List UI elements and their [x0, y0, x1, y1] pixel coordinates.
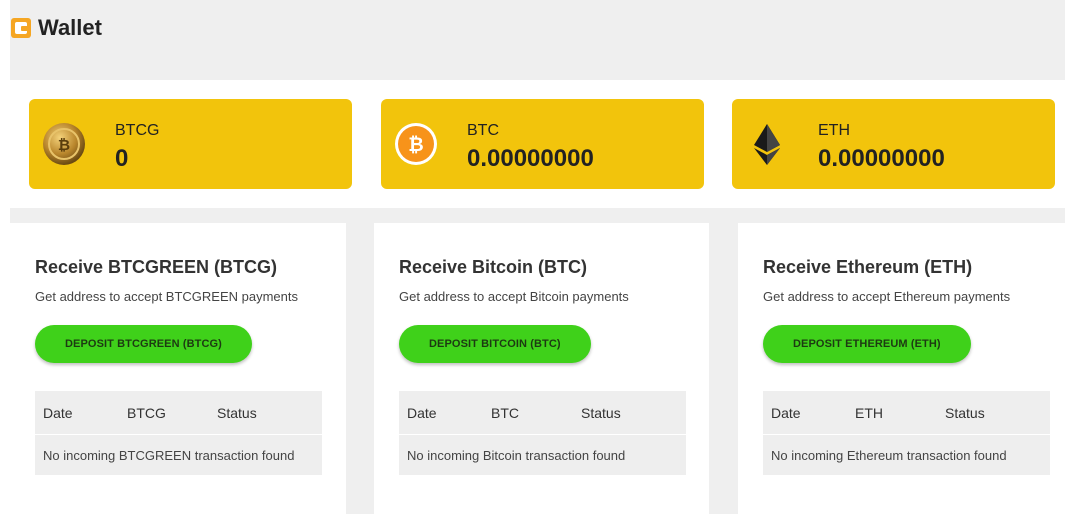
empty-message: No incoming Ethereum transaction found	[763, 434, 1050, 475]
balance-amount: 0.00000000	[467, 145, 594, 172]
receive-panel-eth: Receive Ethereum (ETH) Get address to ac…	[738, 223, 1065, 514]
table-header-row: Date BTCG Status	[35, 391, 322, 435]
panel-title: Receive Ethereum (ETH)	[763, 257, 973, 277]
balance-card-btc: ₿ BTC 0.00000000	[381, 99, 704, 189]
panel-title: Receive Bitcoin (BTC)	[399, 257, 588, 277]
empty-message: No incoming BTCGREEN transaction found	[35, 434, 322, 475]
column-date: Date	[399, 391, 483, 435]
deposit-eth-button[interactable]: DEPOSIT ETHEREUM (ETH)	[763, 325, 971, 363]
left-edge	[0, 0, 10, 514]
panel-subtitle: Get address to accept Ethereum payments	[763, 289, 1011, 304]
balance-symbol: ETH	[818, 122, 850, 139]
balance-card-btcg: ₿ BTCG 0	[29, 99, 352, 189]
column-amount: ETH	[847, 391, 937, 435]
balance-row: ₿ BTCG 0 ₿ BTC 0.00000000 ETH 0.00000000	[10, 80, 1065, 208]
panel-subtitle: Get address to accept BTCGREEN payments	[35, 289, 298, 304]
btcg-coin-icon: ₿	[43, 123, 85, 165]
balance-symbol: BTC	[467, 122, 499, 139]
column-status: Status	[937, 391, 1050, 435]
table-header-row: Date BTC Status	[399, 391, 686, 435]
wallet-icon	[11, 18, 31, 38]
balance-amount: 0.00000000	[818, 145, 945, 172]
page-title: Wallet	[10, 14, 102, 42]
deposit-btc-button[interactable]: DEPOSIT BITCOIN (BTC)	[399, 325, 591, 363]
table-row: No incoming BTCGREEN transaction found	[35, 434, 322, 475]
bitcoin-icon: ₿	[395, 123, 437, 165]
column-status: Status	[573, 391, 686, 435]
empty-message: No incoming Bitcoin transaction found	[399, 434, 686, 475]
column-amount: BTCG	[119, 391, 209, 435]
column-date: Date	[35, 391, 119, 435]
balance-symbol: BTCG	[115, 122, 160, 139]
transactions-table: Date BTCG Status No incoming BTCGREEN tr…	[35, 391, 322, 475]
receive-panel-btc: Receive Bitcoin (BTC) Get address to acc…	[374, 223, 709, 514]
panel-subtitle: Get address to accept Bitcoin payments	[399, 289, 629, 304]
balance-amount: 0	[115, 145, 129, 172]
transactions-table: Date BTC Status No incoming Bitcoin tran…	[399, 391, 686, 475]
table-row: No incoming Ethereum transaction found	[763, 434, 1050, 475]
panel-title: Receive BTCGREEN (BTCG)	[35, 257, 278, 277]
svg-text:₿: ₿	[408, 134, 423, 156]
table-row: No incoming Bitcoin transaction found	[399, 434, 686, 475]
table-header-row: Date ETH Status	[763, 391, 1050, 435]
ethereum-icon	[754, 124, 780, 165]
wallet-page: Wallet ₿ BTCG 0 ₿ BTC 0.00000000 ETH 0.0…	[0, 0, 1065, 514]
receive-panel-btcg: Receive BTCGREEN (BTCG) Get address to a…	[10, 223, 346, 514]
svg-text:₿: ₿	[58, 136, 70, 154]
deposit-btcg-button[interactable]: DEPOSIT BTCGREEN (BTCG)	[35, 325, 252, 363]
transactions-table: Date ETH Status No incoming Ethereum tra…	[763, 391, 1050, 475]
page-header: Wallet	[10, 0, 1065, 80]
column-date: Date	[763, 391, 847, 435]
page-title-text: Wallet	[38, 15, 102, 40]
balance-card-eth: ETH 0.00000000	[732, 99, 1055, 189]
column-amount: BTC	[483, 391, 573, 435]
column-status: Status	[209, 391, 322, 435]
